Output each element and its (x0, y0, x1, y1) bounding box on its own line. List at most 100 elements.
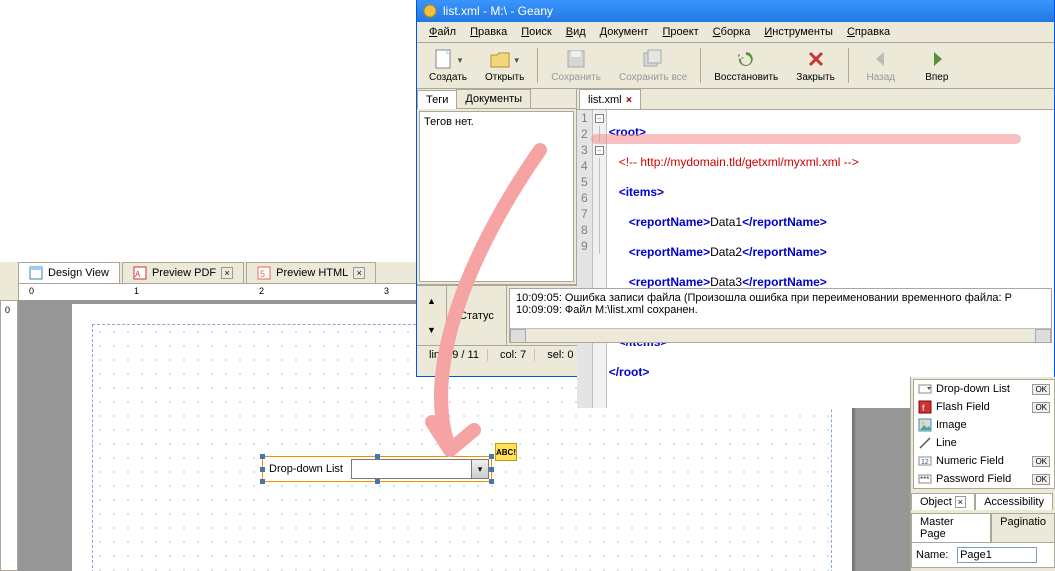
line-gutter: 123456789 (577, 110, 593, 408)
saveall-button[interactable]: Сохранить все (611, 46, 695, 85)
ruler-label: 2 (259, 286, 264, 296)
side-panel-content: Тегов нет. (419, 111, 574, 282)
tab-design-view[interactable]: Design View (18, 262, 120, 283)
list-item[interactable]: 12 Numeric FieldOK (914, 452, 1054, 470)
resize-handle[interactable] (260, 467, 265, 472)
dropdown-widget[interactable]: Drop-down List ABC! (262, 456, 492, 482)
list-item[interactable]: Line (914, 434, 1054, 452)
ruler-vertical: 0 (0, 300, 18, 571)
resize-handle[interactable] (260, 479, 265, 484)
close-icon (805, 48, 827, 70)
html5-icon: 5 (257, 266, 271, 280)
close-icon[interactable]: × (221, 267, 233, 279)
line-icon (918, 436, 932, 450)
tab-accessibility[interactable]: Accessibility (975, 493, 1053, 510)
geany-window: list.xml - M:\ - Geany Файл Правка Поиск… (416, 0, 1055, 377)
side-panel: Теги Документы Тегов нет. (417, 89, 577, 284)
tab-preview-pdf[interactable]: A Preview PDF × (122, 262, 244, 283)
dropdown-field[interactable] (351, 459, 489, 479)
save-button[interactable]: Сохранить (543, 46, 609, 85)
abc-badge: ABC! (495, 443, 517, 461)
menu-view[interactable]: Вид (560, 24, 592, 40)
file-new-icon (432, 48, 454, 70)
list-item[interactable]: Drop-down ListOK (914, 380, 1054, 398)
close-icon[interactable]: × (353, 267, 365, 279)
tab-label: Design View (48, 267, 109, 279)
name-input[interactable] (957, 547, 1037, 563)
new-button[interactable]: ▼ Создать (421, 46, 475, 85)
toolbar-label: Сохранить (551, 72, 601, 83)
menu-edit[interactable]: Правка (464, 24, 513, 40)
ruler-label: 0 (29, 286, 34, 296)
properties: Name: (911, 542, 1055, 568)
menu-build[interactable]: Сборка (707, 24, 757, 40)
tab-master-page[interactable]: Master Page (911, 513, 991, 542)
menu-help[interactable]: Справка (841, 24, 896, 40)
resize-handle[interactable] (375, 454, 380, 459)
message-window: ▲▼ Статус 10:09:05: Ошибка записи файла … (417, 285, 1054, 345)
titlebar[interactable]: list.xml - M:\ - Geany (417, 0, 1054, 22)
list-item[interactable]: *** Password FieldOK (914, 470, 1054, 488)
back-button[interactable]: Назад (854, 46, 908, 85)
menu-file[interactable]: Файл (423, 24, 462, 40)
pdf-icon: A (133, 266, 147, 280)
menu-project[interactable]: Проект (656, 24, 704, 40)
resize-handle[interactable] (489, 454, 494, 459)
arrow-left-icon (870, 48, 892, 70)
numeric-icon: 12 (918, 454, 932, 468)
menu-search[interactable]: Поиск (515, 24, 557, 40)
resize-handle[interactable] (489, 479, 494, 484)
open-button[interactable]: ▼ Открыть (477, 46, 532, 85)
flash-icon: f (918, 400, 932, 414)
menu-document[interactable]: Документ (594, 24, 655, 40)
menu-tools[interactable]: Инструменты (758, 24, 839, 40)
close-button[interactable]: Закрыть (788, 46, 843, 85)
code-area[interactable]: 123456789 −− <root> <!-- http://mydomain… (577, 110, 1054, 408)
msg-content: 10:09:05: Ошибка записи файла (Произошла… (509, 288, 1052, 343)
resize-handle[interactable] (260, 454, 265, 459)
resize-handle[interactable] (375, 479, 380, 484)
side-tab-documents[interactable]: Документы (456, 89, 531, 108)
fold-gutter[interactable]: −− (593, 110, 607, 408)
side-tab-tags[interactable]: Теги (417, 90, 457, 109)
close-icon[interactable]: × (955, 496, 966, 508)
revert-button[interactable]: Восстановить (706, 46, 786, 85)
tab-object[interactable]: Object× (911, 493, 975, 510)
revert-icon (735, 48, 757, 70)
msg-tab-status[interactable]: Статус (447, 286, 507, 345)
toolbar-label: Создать (429, 72, 467, 83)
palette-panel: Drop-down ListOK f Flash FieldOK Image L… (910, 377, 1055, 571)
widget-label: Drop-down List (263, 463, 349, 475)
editor-tab[interactable]: list.xml × (579, 89, 641, 109)
ruler-label: 1 (134, 286, 139, 296)
list-item[interactable]: Image (914, 416, 1054, 434)
close-icon[interactable]: × (626, 93, 633, 106)
dropdown-icon (918, 382, 932, 396)
forward-button[interactable]: Впер (910, 46, 964, 85)
resize-handle[interactable] (489, 467, 494, 472)
code-text[interactable]: <root> <!-- http://mydomain.tld/getxml/m… (607, 110, 859, 408)
tab-preview-html[interactable]: 5 Preview HTML × (246, 262, 376, 283)
editor: list.xml × 123456789 −− <root> <!-- http… (577, 89, 1054, 284)
chevron-down-icon[interactable]: ▼ (513, 56, 521, 65)
menubar: Файл Правка Поиск Вид Документ Проект Сб… (417, 22, 1054, 43)
status-line-col: line: 9 / 11 (421, 349, 488, 361)
app-icon (423, 4, 437, 18)
scrollbar-horizontal[interactable] (510, 328, 1051, 342)
save-icon (565, 48, 587, 70)
msg-nav[interactable]: ▲▼ (417, 286, 447, 345)
toolbar-label: Сохранить все (619, 72, 687, 83)
image-icon (918, 418, 932, 432)
chevron-down-icon[interactable]: ▼ (456, 56, 464, 65)
list-item[interactable]: f Flash FieldOK (914, 398, 1054, 416)
toolbar-label: Закрыть (796, 72, 835, 83)
toolbar-label: Открыть (485, 72, 524, 83)
status-line: 10:09:09: Файл M:\list.xml сохранен. (516, 304, 1045, 316)
tab-label: Preview PDF (152, 267, 216, 279)
toolbar-label: Впер (925, 72, 948, 83)
editor-tab-label: list.xml (588, 94, 622, 106)
status-col: col: 7 (492, 349, 535, 361)
window-title: list.xml - M:\ - Geany (443, 4, 553, 18)
svg-text:5: 5 (260, 269, 265, 279)
tab-pagination[interactable]: Paginatio (991, 513, 1055, 542)
